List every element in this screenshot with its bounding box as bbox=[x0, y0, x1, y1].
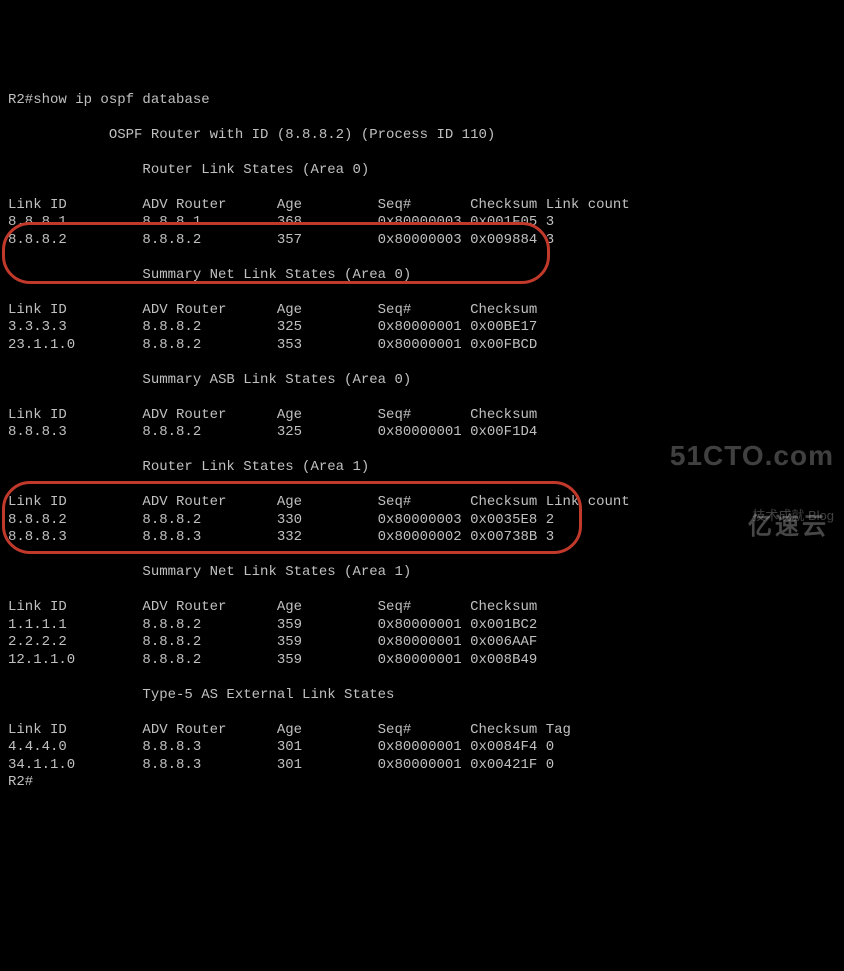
table-row: 8.8.8.2 8.8.8.2 330 0x80000003 0x0035E8 … bbox=[8, 512, 554, 528]
watermark: 51CTO.com 技术成就 Blog 亿速云 bbox=[670, 403, 834, 559]
section-title-router-link-area0: Router Link States (Area 0) bbox=[8, 162, 369, 178]
table-row: 8.8.8.2 8.8.8.2 357 0x80000003 0x009884 … bbox=[8, 232, 554, 248]
table-row: 8.8.8.3 8.8.8.3 332 0x80000002 0x00738B … bbox=[8, 529, 554, 545]
section-title-summary-asb-area0: Summary ASB Link States (Area 0) bbox=[8, 372, 411, 388]
cols-header: Link ID ADV Router Age Seq# Checksum bbox=[8, 302, 537, 318]
table-row: 3.3.3.3 8.8.8.2 325 0x80000001 0x00BE17 bbox=[8, 319, 537, 335]
table-row: 4.4.4.0 8.8.8.3 301 0x80000001 0x0084F4 … bbox=[8, 739, 554, 755]
section-title-type5-external: Type-5 AS External Link States bbox=[8, 687, 394, 703]
prompt: R2# bbox=[8, 92, 33, 108]
cols-header: Link ID ADV Router Age Seq# Checksum Lin… bbox=[8, 494, 630, 510]
table-row: 34.1.1.0 8.8.8.3 301 0x80000001 0x00421F… bbox=[8, 757, 554, 773]
table-row: 1.1.1.1 8.8.8.2 359 0x80000001 0x001BC2 bbox=[8, 617, 537, 633]
section-title-summary-net-area1: Summary Net Link States (Area 1) bbox=[8, 564, 411, 580]
cols-header: Link ID ADV Router Age Seq# Checksum Lin… bbox=[8, 197, 630, 213]
prompt-end: R2# bbox=[8, 774, 33, 790]
command: show ip ospf database bbox=[33, 92, 209, 108]
watermark-brand: 亿速云 bbox=[748, 512, 829, 542]
table-row: 8.8.8.1 8.8.8.1 368 0x80000003 0x001F05 … bbox=[8, 214, 554, 230]
section-title-summary-net-area0: Summary Net Link States (Area 0) bbox=[8, 267, 411, 283]
cols-header: Link ID ADV Router Age Seq# Checksum Tag bbox=[8, 722, 571, 738]
ospf-header: OSPF Router with ID (8.8.8.2) (Process I… bbox=[8, 127, 495, 143]
cols-header: Link ID ADV Router Age Seq# Checksum bbox=[8, 599, 537, 615]
cols-header: Link ID ADV Router Age Seq# Checksum bbox=[8, 407, 537, 423]
watermark-main: 51CTO.com bbox=[670, 438, 834, 473]
table-row: 2.2.2.2 8.8.8.2 359 0x80000001 0x006AAF bbox=[8, 634, 537, 650]
table-row: 8.8.8.3 8.8.8.2 325 0x80000001 0x00F1D4 bbox=[8, 424, 537, 440]
table-row: 23.1.1.0 8.8.8.2 353 0x80000001 0x00FBCD bbox=[8, 337, 537, 353]
section-title-router-link-area1: Router Link States (Area 1) bbox=[8, 459, 369, 475]
table-row: 12.1.1.0 8.8.8.2 359 0x80000001 0x008B49 bbox=[8, 652, 537, 668]
